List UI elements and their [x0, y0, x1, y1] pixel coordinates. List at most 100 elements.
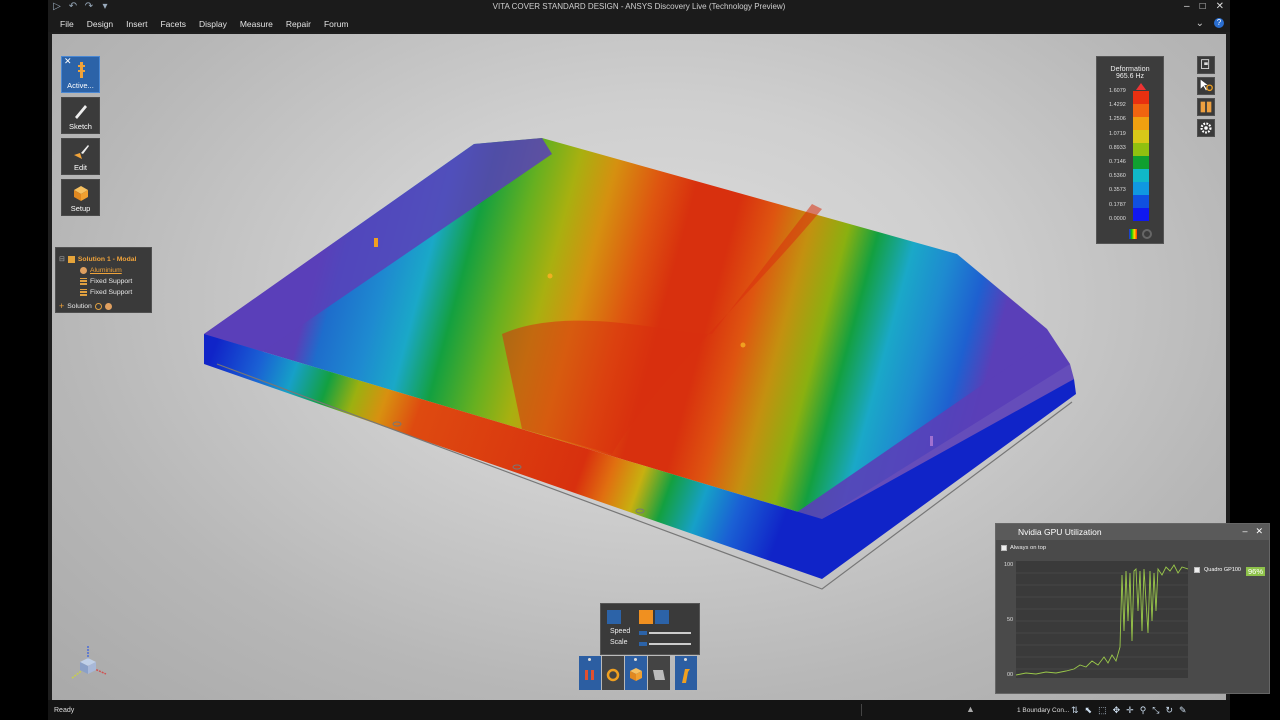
- gpu-device-toggle[interactable]: Quadro GP100: [1194, 567, 1241, 573]
- menu-forum[interactable]: Forum: [324, 19, 349, 29]
- fit-icon[interactable]: ⤡: [1152, 705, 1159, 716]
- material-palette-icon[interactable]: [104, 302, 112, 310]
- stop-simulation-button[interactable]: [579, 656, 601, 690]
- always-on-top-toggle[interactable]: Always on top: [1001, 545, 1046, 551]
- select-probe-icon[interactable]: [1197, 77, 1215, 95]
- zoom-icon[interactable]: ⚲: [1140, 705, 1147, 716]
- probe-button[interactable]: [675, 656, 697, 690]
- window-title: VITA COVER STANDARD DESIGN - ANSYS Disco…: [492, 2, 786, 11]
- scale-slider[interactable]: [649, 643, 691, 645]
- simulation-tree: ⊟ Solution 1 - Modal Aluminium Fixed Sup…: [55, 247, 152, 313]
- y-label-min: 00: [1007, 672, 1014, 678]
- legend-tick-label: 0.3573: [1109, 187, 1126, 194]
- menu-insert[interactable]: Insert: [126, 19, 147, 29]
- ribbon-toggle-icon[interactable]: ⌄: [1196, 18, 1204, 29]
- collapse-icon[interactable]: ⊟: [59, 255, 65, 263]
- legend-color-band: [1133, 117, 1149, 130]
- edit-view-icon[interactable]: ✎: [1179, 705, 1187, 716]
- gpu-device-checkbox[interactable]: [1194, 567, 1200, 573]
- gpu-usage-graph: [1015, 561, 1189, 678]
- rotate-icon[interactable]: ↻: [1166, 705, 1174, 716]
- status-bar: Ready ▲ 1 Boundary Con... ⇅ ⬉ ⬚ ✥ ✛ ⚲ ⤡ …: [48, 700, 1230, 720]
- menu-file[interactable]: File: [60, 19, 74, 29]
- tree-root[interactable]: ⊟ Solution 1 - Modal: [59, 254, 136, 264]
- boundary-condition-status[interactable]: 1 Boundary Con...: [1017, 707, 1069, 714]
- minimize-icon[interactable]: –: [1184, 1, 1190, 12]
- legend-color-band: [1133, 169, 1149, 182]
- gpu-usage-line: [1015, 564, 1189, 676]
- always-on-top-checkbox[interactable]: [1001, 545, 1007, 551]
- sort-icon[interactable]: ⇅: [1071, 705, 1079, 716]
- folder-icon: [67, 255, 75, 263]
- triangle-up-icon[interactable]: ▲: [966, 704, 975, 714]
- menu-repair[interactable]: Repair: [286, 19, 311, 29]
- legend-color-band: [1133, 208, 1149, 221]
- menu-facets[interactable]: Facets: [160, 19, 186, 29]
- box-select-icon[interactable]: ⬚: [1098, 705, 1107, 716]
- exploded-view-icon[interactable]: [1197, 98, 1215, 116]
- model-tree-icon[interactable]: [1197, 56, 1215, 74]
- setup-tool-button[interactable]: Setup: [61, 179, 100, 216]
- view-tools: ⇅ ⬉ ⬚ ✥ ✛ ⚲ ⤡ ↻ ✎: [1071, 705, 1187, 716]
- axis-triad-icon[interactable]: [66, 644, 116, 684]
- speed-slider-handle[interactable]: [639, 631, 647, 635]
- tree-item-support[interactable]: Fixed Support: [80, 287, 132, 297]
- minimize-icon[interactable]: –: [1242, 526, 1247, 537]
- menu-display[interactable]: Display: [199, 19, 227, 29]
- menu-design[interactable]: Design: [87, 19, 113, 29]
- palette-icon[interactable]: [94, 302, 102, 310]
- cycle-icon[interactable]: [1142, 229, 1152, 239]
- title-bar: ▷ ↶ ↷ ▾ VITA COVER STANDARD DESIGN - ANS…: [48, 0, 1230, 16]
- legend-tick-label: 0.1787: [1109, 201, 1126, 208]
- add-icon[interactable]: +: [59, 301, 64, 311]
- gpu-utilization-window[interactable]: Nvidia GPU Utilization – ✕ Always on top…: [995, 523, 1270, 694]
- display-options-button[interactable]: [625, 656, 647, 690]
- pencil-icon: [74, 105, 87, 119]
- active-tool-button[interactable]: ✕ Active...: [61, 56, 100, 93]
- scale-slider-handle[interactable]: [639, 642, 647, 646]
- tree-item-material[interactable]: Aluminium: [80, 265, 122, 275]
- select-icon[interactable]: ⬉: [1085, 705, 1093, 716]
- sketch-tool-button[interactable]: Sketch: [61, 97, 100, 134]
- gpu-window-titlebar[interactable]: Nvidia GPU Utilization – ✕: [996, 524, 1269, 540]
- scale-label: Scale: [610, 639, 628, 646]
- settings-gear-icon[interactable]: [1197, 119, 1215, 137]
- speed-slider[interactable]: [649, 632, 691, 634]
- legend-color-band: [1133, 182, 1149, 195]
- add-solution-row[interactable]: + Solution: [59, 301, 112, 311]
- play-icon[interactable]: [639, 610, 653, 624]
- solution-label: Solution 1 - Modal: [77, 255, 137, 263]
- legend-tick-label: 0.7146: [1109, 159, 1126, 165]
- animation-panel: Speed Scale: [600, 603, 700, 655]
- legend-color-band: [1133, 104, 1149, 117]
- brush-icon: [73, 145, 89, 159]
- legend-color-band: [1133, 143, 1149, 156]
- status-separator: [861, 704, 862, 716]
- rainbow-palette-icon[interactable]: [1129, 229, 1137, 239]
- pan-icon[interactable]: ✥: [1113, 705, 1121, 716]
- restart-button[interactable]: [602, 656, 624, 690]
- material-icon: [80, 266, 87, 274]
- gpu-window-title: Nvidia GPU Utilization: [1018, 527, 1102, 537]
- edit-tool-label: Edit: [74, 163, 87, 172]
- legend-tick-label: 0.5360: [1109, 173, 1126, 180]
- maximize-icon[interactable]: □: [1200, 1, 1206, 12]
- step-icon[interactable]: [623, 610, 637, 624]
- close-icon[interactable]: ✕: [1216, 1, 1224, 12]
- close-tool-icon[interactable]: ✕: [64, 56, 72, 67]
- close-icon[interactable]: ✕: [1255, 526, 1263, 537]
- section-view-button[interactable]: [648, 656, 670, 690]
- move-icon[interactable]: ✛: [1126, 705, 1134, 716]
- speed-label: Speed: [610, 628, 631, 635]
- menu-measure[interactable]: Measure: [240, 19, 273, 29]
- pause-icon[interactable]: [607, 610, 621, 624]
- loop-icon[interactable]: [655, 610, 669, 624]
- support-label: Fixed Support: [90, 288, 133, 296]
- legend-tick-label: 0.8933: [1109, 144, 1126, 151]
- edit-tool-button[interactable]: Edit: [61, 138, 100, 175]
- material-label: Aluminium: [90, 266, 122, 274]
- help-icon[interactable]: ?: [1214, 18, 1224, 28]
- tree-item-support[interactable]: Fixed Support: [80, 276, 132, 286]
- deformation-legend[interactable]: Deformation 965.6 Hz 1.6079 1.4292 1.2506 1…: [1096, 56, 1164, 244]
- sketch-tool-label: Sketch: [69, 122, 92, 131]
